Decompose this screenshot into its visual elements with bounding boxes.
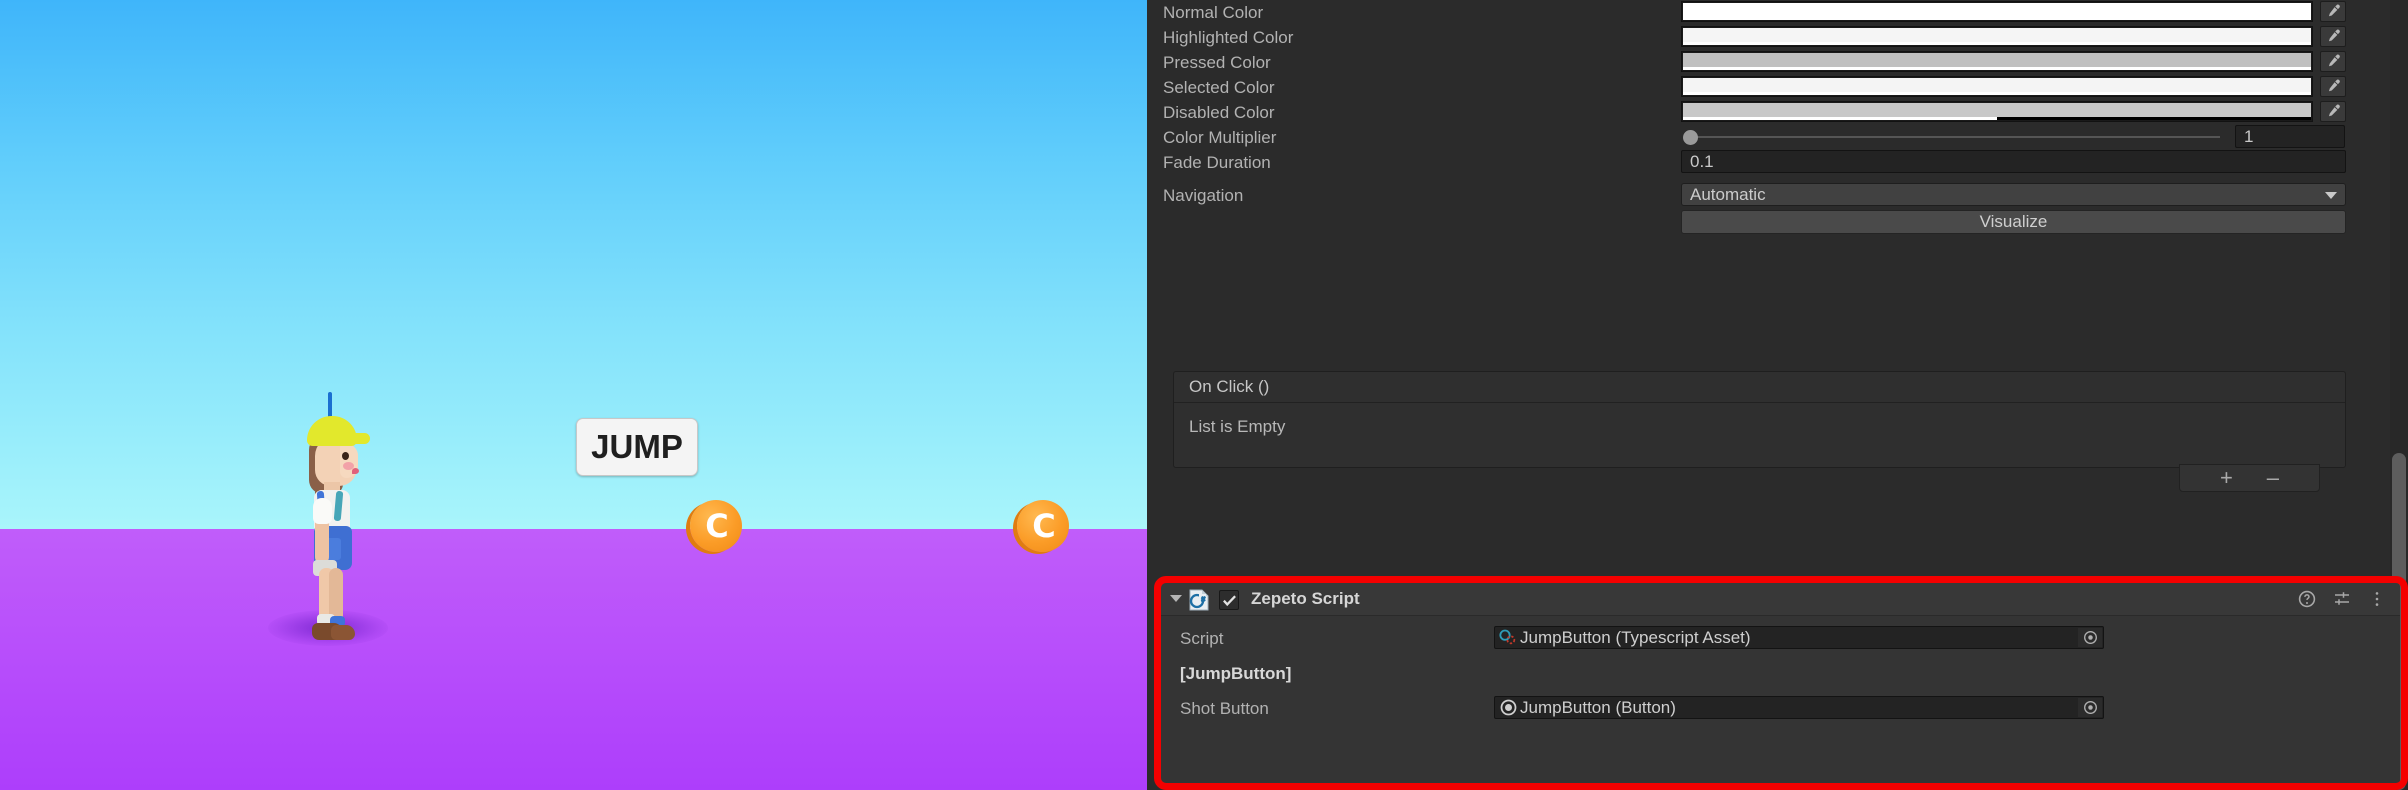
- row-normal-color: Normal Color: [1147, 0, 2392, 25]
- color-rgb-bar: [1683, 78, 2311, 93]
- coin-right[interactable]: C: [1017, 500, 1069, 552]
- foldout-triangle-icon[interactable]: [1170, 595, 1182, 602]
- color-alpha-bar: [1683, 17, 2311, 20]
- avatar-eye: [342, 452, 349, 460]
- color-rgb-bar: [1683, 53, 2311, 68]
- visualize-button[interactable]: Visualize: [1681, 210, 2346, 234]
- row-pressed-color: Pressed Color: [1147, 50, 2392, 75]
- selected-color-swatch[interactable]: [1681, 76, 2313, 97]
- row-disabled-color: Disabled Color: [1147, 100, 2392, 125]
- help-icon[interactable]: [2298, 590, 2316, 613]
- component-header-icons: [2298, 590, 2386, 613]
- jump-button-label: JUMP: [591, 428, 683, 465]
- navigation-value: Automatic: [1690, 185, 1766, 204]
- shot-button-object-value: JumpButton (Button): [1520, 698, 1676, 717]
- on-click-list-controls: + –: [2179, 464, 2320, 492]
- screen-root: C C JUMP Normal Color Highlighted Color …: [0, 0, 2408, 790]
- avatar-antenna-icon: [328, 392, 332, 418]
- highlighted-color-label: Highlighted Color: [1163, 28, 1294, 47]
- on-click-empty-message: List is Empty: [1189, 417, 1286, 436]
- on-click-event-list: On Click () List is Empty: [1173, 371, 2346, 468]
- script-label: Script: [1180, 629, 1224, 648]
- color-rgb-bar: [1683, 3, 2311, 18]
- selected-color-eyedropper-icon[interactable]: [2320, 76, 2346, 97]
- zepeto-script-component: Zepeto Script Script JumpButton (Typescr…: [1160, 582, 2400, 790]
- script-object-picker-icon[interactable]: [2078, 628, 2102, 647]
- shot-button-object-picker-icon[interactable]: [2078, 698, 2102, 717]
- avatar-shoe-back: [331, 625, 355, 640]
- row-fade-duration: Fade Duration 0.1: [1147, 150, 2392, 175]
- jumpbutton-section-label: [JumpButton]: [1180, 664, 1292, 683]
- avatar-lip: [352, 468, 359, 474]
- selected-color-label: Selected Color: [1163, 78, 1275, 97]
- shot-button-label: Shot Button: [1180, 699, 1269, 718]
- shot-button-object-field[interactable]: JumpButton (Button): [1494, 696, 2104, 719]
- script-object-field[interactable]: JumpButton (Typescript Asset): [1494, 626, 2104, 649]
- pressed-color-label: Pressed Color: [1163, 53, 1271, 72]
- coin-label: C: [705, 507, 729, 545]
- disabled-color-swatch[interactable]: [1681, 101, 2313, 122]
- row-navigation: Navigation Automatic: [1147, 183, 2392, 208]
- jump-button[interactable]: JUMP: [576, 418, 698, 476]
- highlighted-color-swatch[interactable]: [1681, 26, 2313, 47]
- remove-event-button[interactable]: –: [2267, 467, 2279, 489]
- color-multiplier-slider-handle[interactable]: [1683, 130, 1698, 145]
- component-enabled-checkbox[interactable]: [1219, 590, 1239, 610]
- row-script: Script JumpButton (Typescript Asset): [1160, 626, 2400, 651]
- pressed-color-eyedropper-icon[interactable]: [2320, 51, 2346, 72]
- game-view: C C JUMP: [0, 0, 1147, 790]
- fade-duration-label: Fade Duration: [1163, 153, 1271, 172]
- row-shot-button: Shot Button JumpButton (Button): [1160, 696, 2400, 721]
- color-rgb-bar: [1683, 103, 2311, 118]
- color-multiplier-slider-track[interactable]: [1687, 136, 2220, 138]
- preset-icon[interactable]: [2333, 590, 2351, 613]
- row-jumpbutton-header: [JumpButton]: [1160, 661, 2400, 686]
- disabled-color-eyedropper-icon[interactable]: [2320, 101, 2346, 122]
- navigation-dropdown[interactable]: Automatic: [1681, 183, 2346, 206]
- sky-background: [0, 0, 1147, 530]
- row-selected-color: Selected Color: [1147, 75, 2392, 100]
- script-object-value: JumpButton (Typescript Asset): [1520, 628, 1751, 647]
- avatar: [288, 392, 374, 640]
- color-alpha-bar: [1683, 117, 2311, 120]
- add-event-button[interactable]: +: [2220, 467, 2233, 489]
- zepeto-script-header[interactable]: Zepeto Script: [1160, 582, 2400, 616]
- disabled-color-label: Disabled Color: [1163, 103, 1275, 122]
- fade-duration-input[interactable]: 0.1: [1681, 150, 2346, 173]
- csharp-script-icon: [1189, 589, 1209, 611]
- highlighted-color-eyedropper-icon[interactable]: [2320, 26, 2346, 47]
- ground-plane: [0, 529, 1147, 790]
- on-click-header: On Click (): [1174, 372, 2345, 403]
- row-highlighted-color: Highlighted Color: [1147, 25, 2392, 50]
- avatar-sleeve: [313, 498, 332, 524]
- normal-color-label: Normal Color: [1163, 3, 1264, 22]
- color-alpha-bar: [1683, 92, 2311, 95]
- color-alpha-bar: [1683, 42, 2311, 45]
- chevron-down-icon: [2325, 192, 2337, 199]
- normal-color-eyedropper-icon[interactable]: [2320, 1, 2346, 22]
- color-multiplier-value[interactable]: 1: [2235, 125, 2345, 148]
- coin-left[interactable]: C: [690, 500, 742, 552]
- coin-label: C: [1032, 507, 1056, 545]
- color-multiplier-label: Color Multiplier: [1163, 128, 1277, 147]
- more-menu-icon[interactable]: [2368, 590, 2386, 613]
- button-component-icon: [1498, 699, 1519, 717]
- navigation-label: Navigation: [1163, 186, 1244, 205]
- normal-color-swatch[interactable]: [1681, 1, 2313, 22]
- avatar-cap-brim: [344, 433, 370, 444]
- zepeto-script-title: Zepeto Script: [1251, 589, 1360, 608]
- typescript-asset-icon: [1498, 629, 1519, 647]
- color-alpha-bar: [1683, 67, 2311, 70]
- color-rgb-bar: [1683, 28, 2311, 43]
- pressed-color-swatch[interactable]: [1681, 51, 2313, 72]
- row-color-multiplier: Color Multiplier 1: [1147, 125, 2392, 150]
